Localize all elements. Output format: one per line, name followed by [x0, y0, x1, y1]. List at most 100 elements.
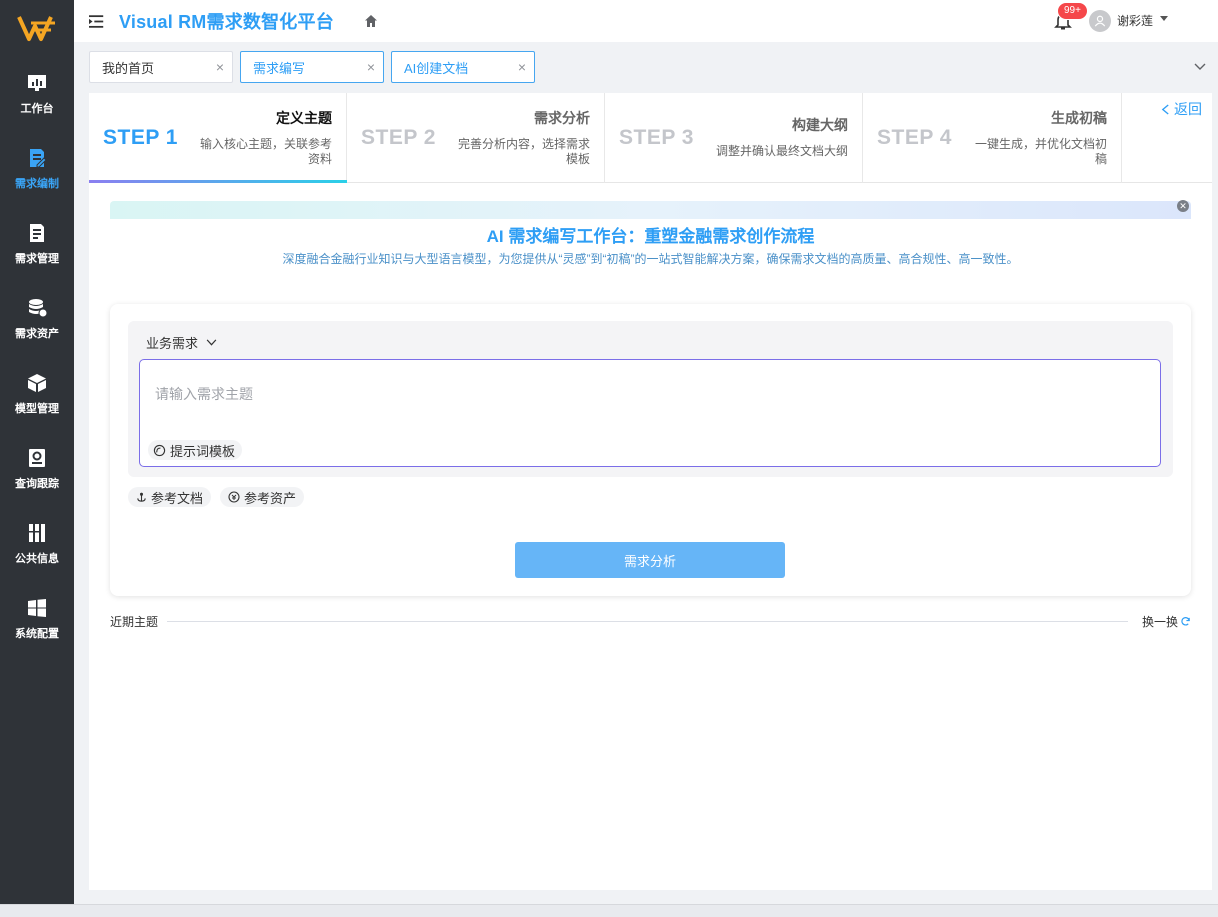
reference-doc-label: 参考文档 [151, 490, 204, 506]
step-desc: 输入核心主题，关联参考 [199, 137, 332, 151]
step-number: STEP 3 [619, 126, 694, 149]
sidebar-item-query-track[interactable]: 查询跟踪 [0, 431, 74, 506]
sidebar-item-label: 需求资产 [15, 327, 59, 340]
tab-label: 我的首页 [102, 60, 155, 76]
cube-icon [26, 372, 48, 394]
recent-topics: 近期主题 换一换 [110, 613, 1191, 629]
close-icon[interactable]: × [367, 59, 375, 75]
step-title: 生成初稿 [1051, 110, 1107, 126]
caret-down-icon[interactable] [1160, 16, 1168, 21]
home-icon[interactable] [364, 14, 378, 28]
close-icon[interactable]: × [518, 59, 526, 75]
sidebar-item-workbench[interactable]: 工作台 [0, 56, 74, 131]
refresh-label: 换一换 [1141, 615, 1178, 629]
reference-asset-label: 参考资产 [244, 490, 297, 506]
step-number: STEP 1 [103, 126, 178, 149]
step-desc: 完善分析内容，选择需求 [457, 137, 590, 151]
tab-label: 需求编写 [253, 60, 306, 76]
step-1[interactable]: STEP 1 定义主题 输入核心主题，关联参考 资料 [89, 93, 347, 183]
dashboard-icon [26, 72, 48, 94]
sidebar-item-model-manage[interactable]: 模型管理 [0, 356, 74, 431]
topic-editor: 业务需求 提示词模板 [128, 321, 1173, 477]
sidebar-item-requirement-compile[interactable]: 需求编制 [0, 131, 74, 206]
sidebar-item-label: 公共信息 [15, 552, 59, 565]
step-desc: 模板 [565, 152, 590, 166]
anchor-icon [137, 492, 146, 502]
sidebar-item-requirement-assets[interactable]: 需求资产 [0, 281, 74, 356]
info-columns-icon [26, 522, 48, 544]
step-desc: 资料 [307, 152, 332, 166]
divider [167, 621, 1128, 622]
step-number: STEP 4 [877, 126, 952, 149]
sidebar-item-requirement-manage[interactable]: 需求管理 [0, 206, 74, 281]
reference-asset-button[interactable]: 参考资产 [220, 487, 305, 507]
step-title: 需求分析 [534, 110, 590, 126]
step-desc: 调整并确认最终文档大纲 [715, 144, 848, 158]
banner-strip [110, 201, 1191, 219]
step-desc: 一键生成，并优化文档初 [974, 137, 1107, 151]
chevron-left-icon [1161, 103, 1169, 115]
sidebar-item-label: 模型管理 [15, 402, 59, 415]
search-book-icon [26, 447, 48, 469]
step-3[interactable]: STEP 3 构建大纲 调整并确认最终文档大纲 [605, 93, 863, 183]
os-taskbar [0, 904, 1218, 917]
database-icon [26, 297, 48, 319]
document-edit-icon [26, 147, 48, 169]
tab-ai-create-doc[interactable]: AI创建文档 × [391, 51, 535, 83]
topic-input[interactable] [155, 386, 1055, 402]
sidebar-item-label: 工作台 [20, 102, 54, 115]
analyze-button[interactable]: 需求分析 [515, 542, 785, 578]
recent-topics-label: 近期主题 [110, 615, 159, 629]
user-icon [1094, 15, 1106, 27]
refresh-button[interactable]: 换一换 [1142, 613, 1191, 630]
banner-subtitle: 深度融合金融行业知识与大型语言模型，为您提供从“灵感”到“初稿”的一站式智能解决… [282, 252, 1019, 266]
reference-doc-button[interactable]: 参考文档 [128, 487, 212, 507]
requirement-type-label: 业务需求 [146, 336, 199, 351]
step-4[interactable]: STEP 4 生成初稿 一键生成，并优化文档初 稿 [863, 93, 1122, 183]
back-button[interactable]: 返回 [1161, 99, 1202, 119]
sidebar: 工作台 需求编制 需求管理 需求资产 模型管理 查询跟踪 公共信息 系统配置 [0, 0, 74, 917]
asset-icon [228, 491, 240, 503]
tab-label: AI创建文档 [404, 60, 469, 76]
main-content: STEP 1 定义主题 输入核心主题，关联参考 资料 STEP 2 需求分析 完… [89, 93, 1212, 890]
chevron-down-icon[interactable] [1194, 60, 1206, 72]
sidebar-item-label: 需求管理 [15, 252, 59, 265]
step-desc: 稿 [1094, 152, 1107, 166]
step-bar: STEP 1 定义主题 输入核心主题，关联参考 资料 STEP 2 需求分析 完… [89, 93, 1212, 183]
chevron-down-icon [206, 339, 217, 346]
avatar[interactable] [1089, 10, 1111, 32]
step-title: 构建大纲 [792, 117, 848, 133]
tab-bar: 我的首页 × 需求编写 × AI创建文档 × [74, 42, 1218, 92]
sidebar-item-label: 需求编制 [15, 177, 59, 190]
step-title: 定义主题 [276, 110, 332, 126]
requirement-type-select[interactable]: 业务需求 [146, 333, 217, 352]
close-icon[interactable]: × [216, 59, 224, 75]
prompt-template-button[interactable]: 提示词模板 [148, 440, 243, 460]
step-number: STEP 2 [361, 126, 436, 149]
tab-requirement-write[interactable]: 需求编写 × [240, 51, 384, 83]
refresh-icon [1181, 617, 1190, 626]
tab-home[interactable]: 我的首页 × [89, 51, 233, 83]
windows-grid-icon [26, 597, 48, 619]
app-logo[interactable] [0, 0, 74, 56]
logo-icon [17, 16, 55, 41]
sidebar-item-public-info[interactable]: 公共信息 [0, 506, 74, 581]
topic-input-box: 提示词模板 [139, 359, 1161, 467]
prompt-icon [153, 444, 166, 456]
sidebar-item-label: 系统配置 [15, 627, 59, 640]
sidebar-item-system-config[interactable]: 系统配置 [0, 581, 74, 656]
document-list-icon [26, 222, 48, 244]
banner-title: AI 需求编写工作台：重塑金融需求创作流程 [486, 227, 815, 246]
menu-toggle-icon[interactable] [89, 14, 107, 28]
close-icon[interactable]: ✕ [1177, 200, 1189, 212]
prompt-template-label: 提示词模板 [170, 443, 236, 459]
app-title: Visual RM需求数智化平台 [119, 12, 334, 32]
active-step-indicator [89, 180, 347, 183]
topic-editor-card: 业务需求 提示词模板 参考文档 参考资产 需求分析 [110, 304, 1191, 596]
user-name[interactable]: 谢彩莲 [1117, 12, 1153, 29]
sidebar-item-label: 查询跟踪 [15, 477, 59, 490]
notification-badge: 99+ [1057, 2, 1088, 20]
back-label: 返回 [1174, 101, 1202, 117]
top-header: Visual RM需求数智化平台 99+ 谢彩莲 [74, 0, 1218, 42]
step-2[interactable]: STEP 2 需求分析 完善分析内容，选择需求 模板 [347, 93, 605, 183]
